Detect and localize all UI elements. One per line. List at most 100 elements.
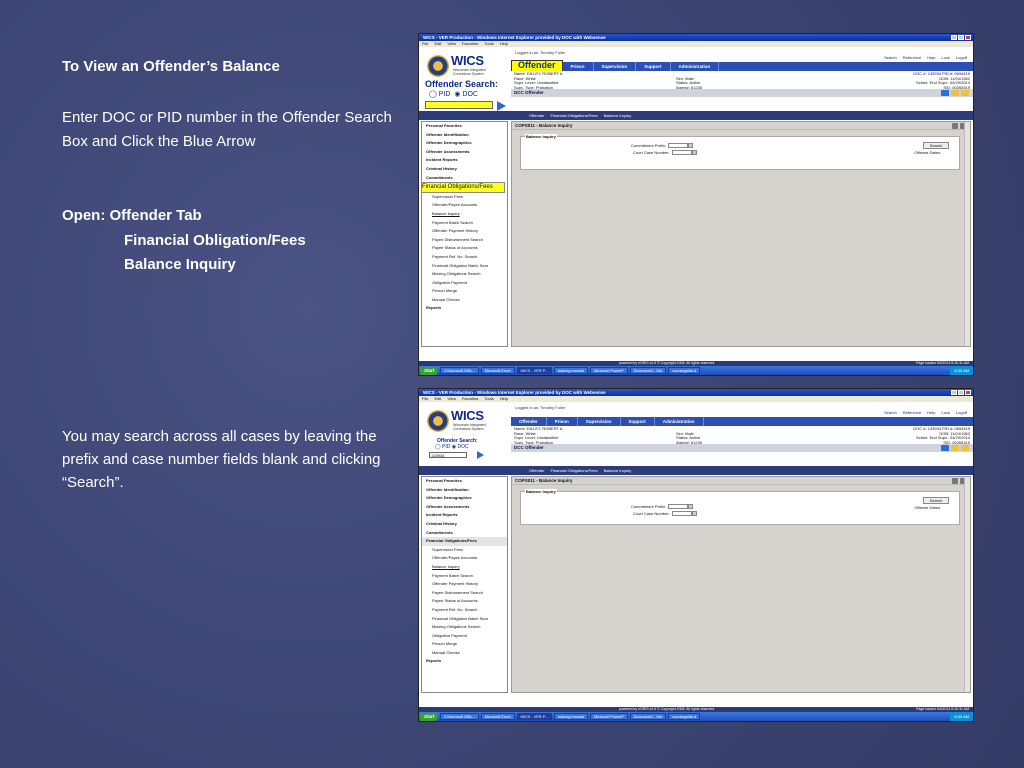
taskbar-item[interactable]: training manual xyxy=(553,367,588,374)
print-icon[interactable] xyxy=(961,445,969,451)
sidebar-item[interactable]: Offender Payment History xyxy=(422,580,507,589)
radio-pid[interactable]: PID xyxy=(439,91,451,98)
scrollbar[interactable] xyxy=(964,122,970,346)
print-icon[interactable] xyxy=(952,123,958,129)
tab-prison[interactable]: Prison xyxy=(563,62,594,71)
taskbar-item[interactable]: Microsoft Excel xyxy=(480,713,515,720)
sidebar-item[interactable]: Person Merge xyxy=(422,287,507,296)
link-logoff[interactable]: Logoff xyxy=(956,55,967,62)
sidebar-item[interactable]: Financial Obligations/Fees xyxy=(422,537,507,546)
taskbar-item[interactable]: Microsoft PowerP xyxy=(589,713,628,720)
sidebar-item[interactable]: Payee Status of Accounts xyxy=(422,244,507,253)
case-input[interactable] xyxy=(671,150,692,156)
prefix-input[interactable] xyxy=(668,504,689,510)
sidebar-item[interactable]: Offender Assessments xyxy=(422,503,507,512)
sidebar-item[interactable]: Personal Favorites xyxy=(422,122,507,131)
sidebar-item[interactable]: Offender Demographics xyxy=(422,139,507,148)
sidebar-item[interactable]: Financial Obligation Batch Sear xyxy=(422,262,507,271)
sidebar-item[interactable]: Offender Assessments xyxy=(422,148,507,157)
close-icon[interactable] xyxy=(965,35,971,40)
crumb-offender[interactable]: Offender xyxy=(529,467,545,474)
chevron-down-icon[interactable] xyxy=(691,511,697,517)
crumb-balance[interactable]: Balance Inquiry xyxy=(604,467,632,474)
sidebar-item[interactable]: Payment Batch Search xyxy=(422,572,507,581)
sidebar-item[interactable]: Payment Ref. No. Search xyxy=(422,606,507,615)
taskbar-item[interactable]: WICS - VER P... xyxy=(516,713,552,720)
sidebar-item[interactable]: Incident Reports xyxy=(422,156,507,165)
sidebar-item[interactable]: Offender Payment History xyxy=(422,227,507,236)
radio-doc[interactable]: DOC xyxy=(462,91,478,98)
tab-supervision[interactable]: Supervision xyxy=(594,62,637,71)
sidebar-item[interactable]: Reports xyxy=(422,304,507,313)
link-help[interactable]: Help xyxy=(927,55,935,62)
taskbar-item[interactable]: 3 Microsoft Offic... xyxy=(440,713,479,720)
taskbar-item[interactable]: Microsoft PowerP xyxy=(589,367,628,374)
tab-administration[interactable]: Administration xyxy=(671,62,720,71)
start-button[interactable]: Start xyxy=(420,712,439,721)
link-lock[interactable]: Lock xyxy=(941,55,949,62)
crumb-balance[interactable]: Balance Inquiry xyxy=(604,112,632,119)
sidebar-item[interactable]: Financial Obligations/Fees xyxy=(422,182,505,193)
search-button[interactable]: Search xyxy=(923,142,949,149)
offender-search-input[interactable] xyxy=(425,101,493,109)
sidebar-item[interactable]: Reports xyxy=(422,657,507,666)
minimize-icon[interactable] xyxy=(951,390,957,395)
sidebar-item[interactable]: Financial Obligation Batch Sear xyxy=(422,615,507,624)
close-icon[interactable] xyxy=(965,390,971,395)
taskbar-item[interactable]: courseguide.d xyxy=(668,367,701,374)
sidebar-item[interactable]: Manual Checks xyxy=(422,649,507,658)
folder-icon[interactable] xyxy=(951,445,959,451)
sidebar-item[interactable]: Criminal History xyxy=(422,165,507,174)
sidebar-item[interactable]: Supervision Fees xyxy=(422,546,507,555)
link-search[interactable]: Search xyxy=(884,410,897,417)
taskbar-item[interactable]: 3 Microsoft Offic... xyxy=(440,367,479,374)
sidebar-item[interactable]: Payee Status of Accounts xyxy=(422,597,507,606)
link-help[interactable]: Help xyxy=(927,410,935,417)
sidebar-item[interactable]: Obligation Payment xyxy=(422,279,507,288)
sidebar-item[interactable]: Balance Inquiry xyxy=(422,210,507,219)
search-type-radios[interactable]: ◯ PID ◉ DOC xyxy=(435,444,469,450)
maximize-icon[interactable] xyxy=(958,390,964,395)
maximize-icon[interactable] xyxy=(958,35,964,40)
tab-administration[interactable]: Administration xyxy=(655,417,704,426)
search-arrow-icon[interactable] xyxy=(497,101,506,111)
sidebar-item[interactable]: Manual Checks xyxy=(422,296,507,305)
print-icon[interactable] xyxy=(961,90,969,96)
crumb-offender[interactable]: Offender xyxy=(529,112,545,119)
search-arrow-icon[interactable] xyxy=(477,451,484,459)
radio-pid[interactable]: PID xyxy=(442,444,450,450)
sidebar-item[interactable]: Criminal History xyxy=(422,520,507,529)
case-input[interactable] xyxy=(671,511,692,517)
link-reference[interactable]: Reference xyxy=(903,410,921,417)
link-logoff[interactable]: Logoff xyxy=(956,410,967,417)
sidebar-item[interactable]: Missing Obligations Search xyxy=(422,623,507,632)
chevron-down-icon[interactable] xyxy=(688,143,694,149)
link-reference[interactable]: Reference xyxy=(903,55,921,62)
taskbar-item[interactable]: WICS - VER P... xyxy=(516,367,552,374)
print-icon[interactable] xyxy=(952,478,958,484)
sidebar-item[interactable]: Supervision Fees xyxy=(422,193,507,202)
sidebar-item[interactable]: Offender/Payee Accounts xyxy=(422,554,507,563)
taskbar-item[interactable]: training manual xyxy=(553,713,588,720)
link-lock[interactable]: Lock xyxy=(941,410,949,417)
search-type-radios[interactable]: ◯ PID ◉ DOC xyxy=(429,90,478,98)
crumb-financial[interactable]: Financial Obligations/Fees xyxy=(551,112,598,119)
taskbar-item[interactable]: courseguide.d xyxy=(668,713,701,720)
sidebar-item[interactable]: Missing Obligations Search xyxy=(422,270,507,279)
offender-search-input[interactable]: 133934 xyxy=(429,452,467,458)
start-button[interactable]: Start xyxy=(420,366,439,375)
taskbar-item[interactable]: Document1 - Mic xyxy=(629,713,667,720)
sidebar-item[interactable]: Person Merge xyxy=(422,640,507,649)
sidebar-item[interactable]: Payee Disbursement Search xyxy=(422,589,507,598)
sidebar-item[interactable]: Offender/Payee Accounts xyxy=(422,201,507,210)
chevron-down-icon[interactable] xyxy=(691,150,697,156)
tab-support[interactable]: Support xyxy=(621,417,655,426)
sidebar-item[interactable]: Commitments xyxy=(422,174,507,183)
minimize-icon[interactable] xyxy=(951,35,957,40)
sidebar-item[interactable]: Obligation Payment xyxy=(422,632,507,641)
sidebar-item[interactable]: Offender Demographics xyxy=(422,494,507,503)
tab-supervision[interactable]: Supervision xyxy=(578,417,621,426)
crumb-financial[interactable]: Financial Obligations/Fees xyxy=(551,467,598,474)
taskbar-item[interactable]: Document1 - Mic xyxy=(629,367,667,374)
scrollbar[interactable] xyxy=(964,477,970,692)
